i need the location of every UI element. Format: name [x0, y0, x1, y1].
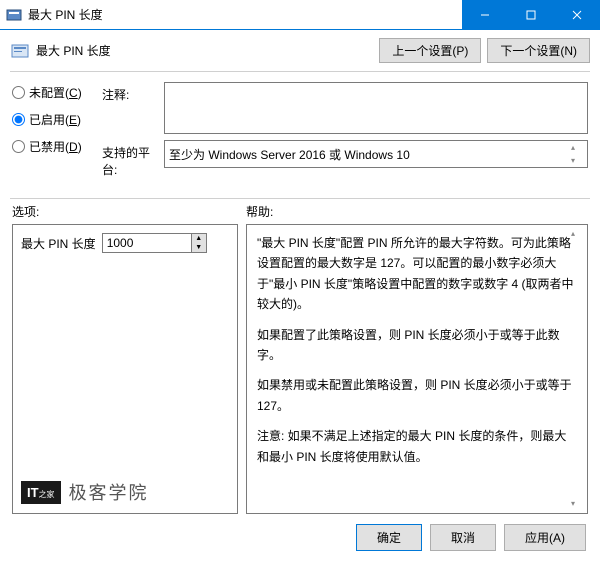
ok-button[interactable]: 确定: [356, 524, 422, 551]
platform-value: 至少为 Windows Server 2016 或 Windows 10 ▴▾: [164, 140, 588, 168]
platform-label: 支持的平台:: [102, 140, 164, 178]
help-paragraph: 如果配置了此策略设置，则 PIN 长度必须小于或等于此数字。: [257, 325, 577, 366]
radio-disabled[interactable]: 已禁用(D): [12, 138, 90, 155]
pin-length-spinner[interactable]: ▲ ▼: [102, 233, 207, 253]
watermark-badge: IT之家: [21, 481, 61, 504]
state-radio-group: 未配置(C) 已启用(E) 已禁用(D): [12, 82, 90, 184]
radio-enabled[interactable]: 已启用(E): [12, 111, 90, 128]
comment-label: 注释:: [102, 82, 164, 103]
watermark: IT之家 极客学院: [21, 479, 149, 505]
page-title: 最大 PIN 长度: [36, 42, 111, 59]
help-paragraph: 注意: 如果不满足上述指定的最大 PIN 长度的条件，则最大和最小 PIN 长度…: [257, 426, 577, 467]
policy-icon: [10, 41, 30, 61]
help-paragraph: "最大 PIN 长度"配置 PIN 所允许的最大字符数。可为此策略设置配置的最大…: [257, 233, 577, 315]
help-panel: "最大 PIN 长度"配置 PIN 所允许的最大字符数。可为此策略设置配置的最大…: [246, 224, 588, 514]
spinner-down-icon[interactable]: ▼: [192, 243, 206, 252]
watermark-text: 极客学院: [69, 479, 149, 505]
prev-setting-button[interactable]: 上一个设置(P): [379, 38, 481, 63]
pin-length-input[interactable]: [103, 234, 191, 252]
comment-input[interactable]: [164, 82, 588, 134]
header-row: 最大 PIN 长度 上一个设置(P) 下一个设置(N): [0, 30, 600, 71]
maximize-button[interactable]: [508, 0, 554, 30]
spinner-up-icon[interactable]: ▲: [192, 234, 206, 243]
pin-length-label: 最大 PIN 长度: [21, 235, 96, 252]
options-panel: 最大 PIN 长度 ▲ ▼ IT之家 极客学院: [12, 224, 238, 514]
window-controls: [462, 0, 600, 30]
close-button[interactable]: [554, 0, 600, 30]
cancel-button[interactable]: 取消: [430, 524, 496, 551]
radio-not-configured[interactable]: 未配置(C): [12, 84, 90, 101]
next-setting-button[interactable]: 下一个设置(N): [487, 38, 590, 63]
minimize-button[interactable]: [462, 0, 508, 30]
titlebar-text: 最大 PIN 长度: [28, 6, 462, 23]
apply-button[interactable]: 应用(A): [504, 524, 586, 551]
help-paragraph: 如果禁用或未配置此策略设置，则 PIN 长度必须小于或等于 127。: [257, 375, 577, 416]
help-section-label: 帮助:: [246, 203, 588, 220]
app-icon: [6, 7, 22, 23]
options-section-label: 选项:: [12, 203, 246, 220]
footer: 确定 取消 应用(A): [0, 514, 600, 561]
titlebar: 最大 PIN 长度: [0, 0, 600, 30]
